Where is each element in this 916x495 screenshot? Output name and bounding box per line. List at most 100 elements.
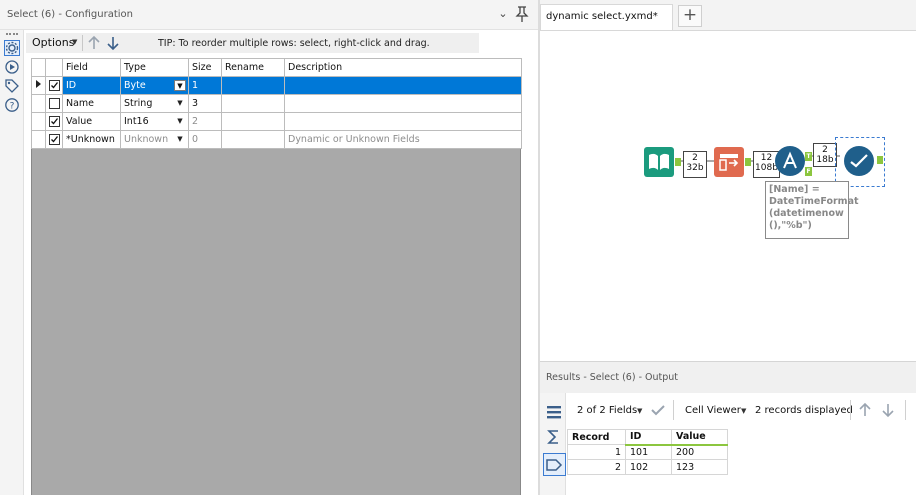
type-dropdown-icon[interactable]: ▼ bbox=[174, 98, 186, 109]
output-anchor[interactable] bbox=[745, 158, 751, 166]
add-tab-button[interactable]: + bbox=[678, 5, 702, 27]
cell-id[interactable]: 102 bbox=[625, 459, 672, 475]
column-header-id[interactable]: ID bbox=[625, 429, 672, 446]
tab-label: dynamic select.yxmd* bbox=[546, 11, 658, 22]
toolbar-separator bbox=[850, 400, 851, 420]
formula-tool[interactable] bbox=[775, 146, 805, 176]
field-size-cell[interactable]: 0 bbox=[188, 130, 222, 149]
field-row-unknown[interactable]: *Unknown Unknown ▼ 0 Dynamic or Unknown F… bbox=[31, 130, 522, 149]
field-rename-cell[interactable] bbox=[221, 130, 285, 149]
table-view-icon[interactable] bbox=[545, 403, 563, 421]
toolbar-separator bbox=[905, 400, 906, 420]
cell-value[interactable]: 123 bbox=[671, 459, 728, 475]
field-checkbox-name[interactable] bbox=[45, 94, 63, 113]
collapse-chevron-icon[interactable]: ⌄ bbox=[496, 6, 510, 22]
gear-icon[interactable] bbox=[4, 40, 20, 56]
field-size-cell[interactable]: 3 bbox=[188, 94, 222, 113]
results-panel-title: Results - Select (6) - Output bbox=[546, 372, 679, 383]
output-anchor[interactable] bbox=[877, 156, 883, 164]
field-name-cell[interactable]: ID bbox=[62, 76, 121, 95]
field-type-cell[interactable]: String ▼ bbox=[120, 94, 189, 113]
field-type-value: Byte bbox=[124, 80, 146, 91]
cell-value[interactable]: 200 bbox=[671, 444, 728, 460]
previous-arrow-icon[interactable] bbox=[858, 402, 872, 418]
badge-count: 2 bbox=[692, 153, 698, 163]
config-icon-rail: ? bbox=[0, 30, 24, 495]
checkmark-icon[interactable] bbox=[650, 402, 666, 418]
select-check-icon bbox=[850, 154, 868, 168]
fields-selector[interactable]: 2 of 2 Fields bbox=[577, 405, 637, 416]
cell-id[interactable]: 101 bbox=[625, 444, 672, 460]
options-dropdown-icon[interactable]: ▼ bbox=[72, 38, 77, 46]
field-row-value[interactable]: Value Int16 ▼ 2 bbox=[31, 112, 522, 131]
column-header-description[interactable]: Description bbox=[284, 58, 522, 77]
column-header-type[interactable]: Type bbox=[120, 58, 189, 77]
field-size-cell[interactable]: 2 bbox=[188, 112, 222, 131]
table-transform-icon bbox=[719, 154, 739, 171]
options-menu-button[interactable]: Options bbox=[32, 36, 74, 49]
tag-icon[interactable] bbox=[4, 78, 20, 94]
column-header-record[interactable]: Record bbox=[567, 429, 626, 445]
row-indicator-header bbox=[31, 58, 46, 77]
column-header-size[interactable]: Size bbox=[188, 58, 222, 77]
input-data-tool[interactable] bbox=[644, 147, 674, 177]
field-type-cell[interactable]: Byte ▼ bbox=[120, 76, 189, 95]
field-rename-cell[interactable] bbox=[221, 94, 285, 113]
results-grid: Record ID Value 1 101 200 2 102 123 bbox=[567, 429, 728, 475]
fields-dropdown-icon[interactable]: ▼ bbox=[637, 407, 642, 415]
column-header-rename[interactable]: Rename bbox=[221, 58, 285, 77]
output-anchor[interactable] bbox=[675, 158, 681, 166]
field-rename-cell[interactable] bbox=[221, 76, 285, 95]
field-name-cell[interactable]: Value bbox=[62, 112, 121, 131]
formula-annotation: [Name] = DateTimeFormat (datetimenow (),… bbox=[765, 181, 859, 239]
true-anchor[interactable]: T bbox=[805, 152, 812, 161]
type-dropdown-icon[interactable]: ▼ bbox=[174, 134, 186, 145]
field-type-value: String bbox=[124, 98, 153, 109]
field-name-cell[interactable]: *Unknown bbox=[62, 130, 121, 149]
move-down-arrow-icon[interactable] bbox=[106, 35, 120, 51]
field-rename-cell[interactable] bbox=[221, 112, 285, 131]
badge-size: 32b bbox=[686, 163, 704, 173]
record-count-badge: 2 18b bbox=[813, 143, 837, 167]
field-checkbox-id[interactable] bbox=[45, 76, 63, 95]
field-description-cell[interactable] bbox=[284, 112, 522, 131]
field-description-cell[interactable] bbox=[284, 76, 522, 95]
svg-text:?: ? bbox=[10, 102, 15, 112]
column-header-field[interactable]: Field bbox=[62, 58, 121, 77]
field-checkbox-unknown[interactable] bbox=[45, 130, 63, 149]
record-number: 1 bbox=[567, 444, 626, 460]
field-row-name[interactable]: Name String ▼ 3 bbox=[31, 94, 522, 113]
field-description-cell[interactable] bbox=[284, 94, 522, 113]
pin-icon[interactable] bbox=[514, 5, 530, 23]
workflow-canvas[interactable] bbox=[540, 30, 916, 360]
field-type-value: Int16 bbox=[124, 116, 149, 127]
cell-viewer-dropdown-icon[interactable]: ▼ bbox=[741, 407, 746, 415]
cell-viewer-selector[interactable]: Cell Viewer bbox=[685, 405, 741, 416]
row-indicator bbox=[31, 130, 46, 149]
field-row-id[interactable]: ID Byte ▼ 1 bbox=[31, 76, 522, 95]
field-size-cell[interactable]: 1 bbox=[188, 76, 222, 95]
help-icon[interactable]: ? bbox=[4, 97, 20, 113]
rail-grip bbox=[6, 33, 18, 35]
transpose-tool[interactable] bbox=[714, 147, 744, 177]
field-checkbox-value[interactable] bbox=[45, 112, 63, 131]
false-anchor[interactable]: F bbox=[805, 167, 812, 176]
field-type-cell[interactable]: Unknown ▼ bbox=[120, 130, 189, 149]
table-row[interactable]: 2 102 123 bbox=[567, 459, 728, 475]
field-description-cell[interactable]: Dynamic or Unknown Fields bbox=[284, 130, 522, 149]
tag-outline-icon[interactable] bbox=[545, 456, 563, 474]
column-header-value[interactable]: Value bbox=[671, 429, 728, 446]
select-tool[interactable] bbox=[844, 146, 874, 176]
field-name-cell[interactable]: Name bbox=[62, 94, 121, 113]
sigma-icon[interactable] bbox=[545, 428, 563, 446]
type-dropdown-icon[interactable]: ▼ bbox=[174, 80, 186, 91]
table-row[interactable]: 1 101 200 bbox=[567, 444, 728, 460]
field-type-cell[interactable]: Int16 ▼ bbox=[120, 112, 189, 131]
checkbox-header bbox=[45, 58, 63, 77]
cursor-target-icon[interactable] bbox=[4, 59, 20, 75]
next-arrow-icon[interactable] bbox=[881, 402, 895, 418]
formula-a-icon bbox=[783, 151, 797, 169]
type-dropdown-icon[interactable]: ▼ bbox=[174, 116, 186, 127]
results-header-row: Record ID Value bbox=[567, 429, 728, 446]
move-up-arrow-icon[interactable] bbox=[87, 35, 101, 51]
